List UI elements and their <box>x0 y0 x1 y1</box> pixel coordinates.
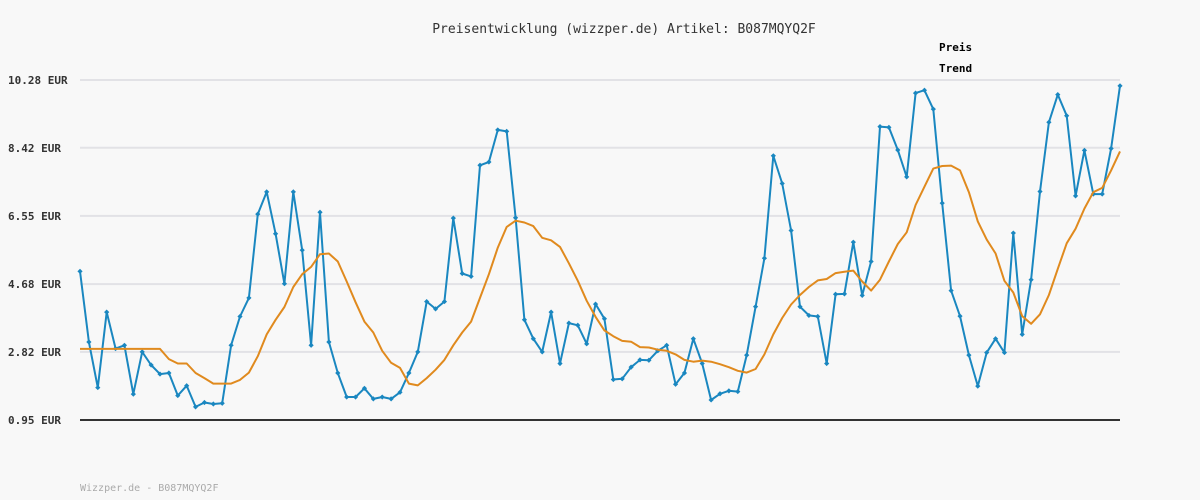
data-point <box>912 90 919 96</box>
data-point <box>415 349 421 355</box>
data-point <box>975 383 981 389</box>
data-point <box>886 124 892 130</box>
data-point <box>95 384 101 391</box>
series-line-preis <box>79 85 1121 408</box>
data-point <box>504 128 510 134</box>
data-point <box>1099 191 1105 197</box>
data-point <box>1046 119 1052 125</box>
data-point <box>486 159 492 165</box>
y-tick-label: 6.55 EUR <box>8 210 61 223</box>
data-point <box>121 342 128 348</box>
legend-trend: Trend <box>939 62 972 75</box>
data-point <box>841 291 848 297</box>
data-point <box>832 291 839 297</box>
data-point <box>966 352 972 358</box>
data-point <box>459 270 465 277</box>
data-point <box>770 153 776 159</box>
data-point <box>859 292 865 298</box>
data-point <box>317 209 323 215</box>
data-point <box>850 239 856 245</box>
data-point <box>477 162 483 168</box>
data-point <box>761 255 768 261</box>
series-line-trend <box>80 150 1121 387</box>
data-point <box>815 313 821 320</box>
data-point <box>877 124 883 130</box>
data-point <box>77 268 83 274</box>
footer-text: Wizzper.de - B087MQYQ2F <box>80 483 218 494</box>
chart-title: Preisentwicklung (wizzper.de) Artikel: B… <box>432 22 816 37</box>
y-tick-label: 2.82 EUR <box>8 346 61 359</box>
y-tick-label: 8.42 EUR <box>8 142 61 155</box>
data-point <box>130 391 136 397</box>
data-point <box>264 189 270 195</box>
data-point <box>566 320 572 326</box>
data-point <box>610 376 616 383</box>
data-point <box>735 388 741 395</box>
data-point <box>948 288 954 294</box>
data-point <box>788 227 794 234</box>
data-point <box>210 401 216 407</box>
y-axis: 10.28 EUR 8.42 EUR 6.55 EUR 4.68 EUR 2.82 EU… <box>8 74 68 427</box>
data-point <box>726 388 732 394</box>
data-point <box>166 370 172 376</box>
data-point <box>219 400 225 406</box>
data-point <box>379 394 385 400</box>
data-point <box>1019 331 1025 337</box>
data-point <box>868 258 874 265</box>
y-tick-label: 4.68 EUR <box>8 278 61 291</box>
data-point <box>957 313 963 319</box>
data-point <box>824 360 830 367</box>
data-point <box>690 336 696 342</box>
data-point <box>104 309 110 315</box>
data-point <box>1037 188 1043 195</box>
data-point <box>548 309 554 315</box>
data-point <box>939 200 945 206</box>
data-point <box>228 342 234 348</box>
y-tick-label: 10.28 EUR <box>8 74 68 87</box>
data-point <box>752 304 759 310</box>
price-chart: Preisentwicklung (wizzper.de) Artikel: B… <box>8 22 1123 494</box>
data-point <box>1072 193 1079 199</box>
data-point <box>86 339 92 345</box>
data-point <box>904 174 910 180</box>
data-point <box>326 339 332 345</box>
data-point <box>299 247 305 253</box>
data-point <box>1028 277 1034 283</box>
data-point <box>779 180 785 187</box>
data-point <box>468 273 474 280</box>
data-point <box>281 281 288 287</box>
data-point <box>290 189 296 195</box>
data-point <box>744 352 750 358</box>
data-point <box>1117 83 1123 89</box>
data-point <box>495 127 501 133</box>
data-point <box>1108 145 1114 152</box>
legend-preis: Preis <box>939 41 972 54</box>
data-point <box>308 342 314 348</box>
data-point <box>335 370 341 376</box>
y-tick-label: 0.95 EUR <box>8 414 61 427</box>
data-point <box>1010 230 1016 236</box>
data-point <box>557 360 563 367</box>
data-point <box>344 394 350 400</box>
data-point <box>272 231 279 237</box>
data-point <box>1064 113 1070 119</box>
series-group <box>77 83 1123 410</box>
